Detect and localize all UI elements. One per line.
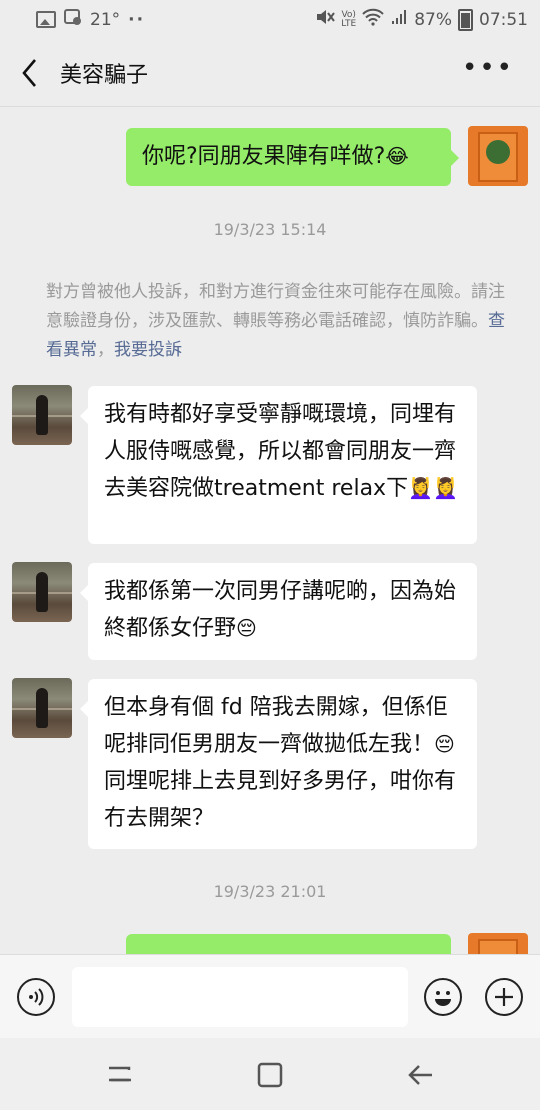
back-button[interactable] <box>16 56 46 90</box>
more-notifications-dots: ·· <box>128 9 146 30</box>
timestamp: 19/3/23 15:14 <box>213 220 327 239</box>
contact-avatar[interactable] <box>12 678 72 738</box>
message-text: 我都係第一次同男仔講呢啲，因為始終都係女仔野 <box>104 579 457 641</box>
outgoing-message-bubble[interactable]: 你呢?同朋友果陣有咩做?😂 <box>126 128 459 186</box>
incoming-message-bubble[interactable]: 我都係第一次同男仔講呢啲，因為始終都係女仔野😔 <box>80 563 477 660</box>
smiley-icon <box>435 991 451 1006</box>
recent-apps-icon <box>109 1066 131 1082</box>
volte-icon: Vo) LTE <box>341 9 357 29</box>
message-input[interactable] <box>72 967 408 1027</box>
battery-percent: 87% <box>414 9 452 30</box>
temperature-text: 21° <box>90 9 121 30</box>
emoji: 💆‍♀️💆‍♀️ <box>408 476 458 500</box>
input-bar <box>0 954 540 1039</box>
voice-icon <box>29 988 44 1006</box>
voice-input-button[interactable] <box>17 978 55 1016</box>
contact-avatar[interactable] <box>12 562 72 622</box>
plus-icon <box>495 988 513 1006</box>
chat-header: 美容騙子 ••• <box>0 38 540 107</box>
signal-icon <box>390 8 408 31</box>
mute-icon <box>315 8 336 31</box>
system-back-icon <box>408 1065 432 1085</box>
system-back-button[interactable] <box>406 1062 436 1088</box>
gallery-icon <box>36 11 56 28</box>
contact-avatar[interactable] <box>12 385 72 445</box>
emoji-button[interactable] <box>424 978 462 1016</box>
home-icon <box>257 1062 283 1088</box>
battery-icon <box>458 8 473 31</box>
incoming-message-bubble[interactable]: 我有時都好享受寧靜嘅環境，同埋有人服侍嘅感覺，所以都會同朋友一齊去美容院做tre… <box>80 386 477 544</box>
notice-text: 對方曾被他人投訴，和對方進行資金往來可能存在風險。請注意驗證身份，涉及匯款、轉賬… <box>46 282 505 331</box>
message-text: 你呢?同朋友果陣有咩做? <box>142 144 386 169</box>
more-options-button[interactable]: ••• <box>462 55 514 81</box>
message-text: 但本身有個 fd 陪我去開嫁，但係佢呢排同佢男朋友一齊做拋低左我！ <box>104 695 448 757</box>
my-avatar[interactable] <box>468 126 528 186</box>
recent-apps-button[interactable] <box>105 1062 135 1088</box>
clock: 07:51 <box>479 9 528 30</box>
home-button[interactable] <box>256 1062 286 1088</box>
fraud-warning-notice: 對方曾被他人投訴，和對方進行資金往來可能存在風險。請注意驗證身份，涉及匯款、轉賬… <box>46 278 506 365</box>
status-bar: 21° ·· Vo) LTE 87% 07:51 <box>0 0 540 38</box>
chat-title: 美容騙子 <box>60 63 149 88</box>
location-icon <box>64 8 82 31</box>
emoji: 😔 <box>434 732 455 756</box>
message-text-2: 同埋呢排上去見到好多男仔，咁你有冇去開架？ <box>104 769 457 831</box>
emoji: 😔 <box>236 616 257 640</box>
wifi-icon <box>362 8 384 31</box>
message-text: 我有時都好享受寧靜嘅環境，同埋有人服侍嘅感覺，所以都會同朋友一齊去美容院做tre… <box>104 402 457 501</box>
system-navigation-bar <box>0 1038 540 1110</box>
back-arrow-icon <box>22 59 36 87</box>
report-link[interactable]: 我要投訴 <box>114 340 182 360</box>
incoming-message-bubble[interactable]: 但本身有個 fd 陪我去開嫁，但係佢呢排同佢男朋友一齊做拋低左我！😔 同埋呢排上去… <box>80 679 477 849</box>
notice-separator: ， <box>97 340 114 360</box>
emoji: 😂 <box>385 144 409 168</box>
more-functions-button[interactable] <box>485 978 523 1016</box>
timestamp: 19/3/23 21:01 <box>213 882 327 901</box>
